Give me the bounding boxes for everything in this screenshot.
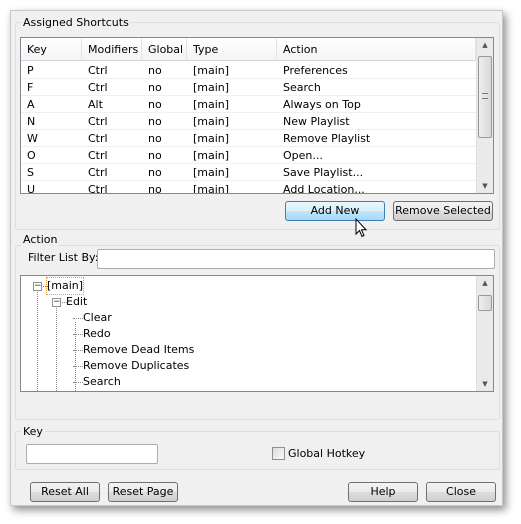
cell-global: no xyxy=(148,149,162,162)
cell-modifiers: Ctrl xyxy=(88,149,108,162)
cell-type: [main] xyxy=(193,64,230,77)
cell-action: Add Location... xyxy=(283,183,365,194)
key-group-label: Key xyxy=(21,425,45,438)
table-row[interactable]: A Alt no [main] Always on Top xyxy=(21,96,476,113)
column-header-action[interactable]: Action xyxy=(277,38,476,61)
table-row[interactable]: P Ctrl no [main] Preferences xyxy=(21,62,476,79)
tree-item[interactable]: Search xyxy=(83,374,121,390)
cell-type: [main] xyxy=(193,81,230,94)
cell-global: no xyxy=(148,166,162,179)
tree-item[interactable]: Redo xyxy=(83,326,111,342)
tree-item[interactable]: Clear xyxy=(83,310,112,326)
table-scrollbar[interactable]: ▲ ▼ xyxy=(476,38,493,193)
reset-all-button[interactable]: Reset All xyxy=(30,482,100,502)
tree-item[interactable]: Edit xyxy=(66,294,87,310)
remove-selected-button[interactable]: Remove Selected xyxy=(393,201,493,221)
cell-key: W xyxy=(27,132,38,145)
scroll-down-arrow-icon[interactable]: ▼ xyxy=(477,380,493,388)
cell-action: Always on Top xyxy=(283,98,361,111)
column-header-key[interactable]: Key xyxy=(21,38,82,61)
global-hotkey-label: Global Hotkey xyxy=(288,447,366,460)
cell-type: [main] xyxy=(193,166,230,179)
cell-action: Preferences xyxy=(283,64,348,77)
scrollbar-thumb[interactable] xyxy=(478,295,492,311)
action-group-label: Action xyxy=(21,233,60,246)
cell-key: O xyxy=(27,149,36,162)
reset-page-button[interactable]: Reset Page xyxy=(108,482,178,502)
cell-global: no xyxy=(148,64,162,77)
scrollbar-thumb[interactable] xyxy=(478,56,492,138)
tree-scrollbar[interactable]: ▲ ▼ xyxy=(476,276,493,391)
scroll-up-arrow-icon[interactable]: ▲ xyxy=(477,279,493,287)
tree-item[interactable]: Remove Duplicates xyxy=(83,358,189,374)
cell-modifiers: Ctrl xyxy=(88,81,108,94)
action-tree[interactable]: − [main] − Edit Clear Redo Remove Dead Items Re… xyxy=(20,275,494,392)
table-row[interactable]: F Ctrl no [main] Search xyxy=(21,79,476,96)
cell-modifiers: Ctrl xyxy=(88,64,108,77)
cell-modifiers: Ctrl xyxy=(88,132,108,145)
scroll-up-arrow-icon[interactable]: ▲ xyxy=(477,41,493,49)
cell-global: no xyxy=(148,132,162,145)
cell-modifiers: Ctrl xyxy=(88,183,108,194)
cell-action: New Playlist xyxy=(283,115,350,128)
cell-modifiers: Alt xyxy=(88,98,103,111)
cell-type: [main] xyxy=(193,115,230,128)
cell-type: [main] xyxy=(193,149,230,162)
cell-key: S xyxy=(27,166,34,179)
column-header-global[interactable]: Global xyxy=(142,38,187,61)
tree-connector xyxy=(56,306,57,391)
cell-key: F xyxy=(27,81,34,94)
table-row[interactable]: W Ctrl no [main] Remove Playlist xyxy=(21,130,476,147)
close-button[interactable]: Close xyxy=(426,482,496,502)
mouse-cursor-icon xyxy=(355,218,368,238)
cell-key: A xyxy=(27,98,35,111)
column-header-modifiers[interactable]: Modifiers xyxy=(82,38,142,61)
cell-global: no xyxy=(148,98,162,111)
cell-key: U xyxy=(27,183,36,194)
cell-type: [main] xyxy=(193,183,230,194)
scroll-down-arrow-icon[interactable]: ▼ xyxy=(477,182,493,190)
cell-action: Remove Playlist xyxy=(283,132,371,145)
tree-connector xyxy=(37,290,38,391)
tree-item[interactable]: [main] xyxy=(45,277,85,295)
table-row[interactable]: S Ctrl no [main] Save Playlist... xyxy=(21,164,476,181)
cell-global: no xyxy=(148,183,162,194)
cell-modifiers: Ctrl xyxy=(88,166,108,179)
key-input[interactable] xyxy=(26,444,158,464)
tree-connector xyxy=(73,318,83,319)
cell-action: Save Playlist... xyxy=(283,166,364,179)
table-row[interactable]: O Ctrl no [main] Open... xyxy=(21,147,476,164)
cell-global: no xyxy=(148,81,162,94)
filter-label: Filter List By: xyxy=(28,251,99,264)
cell-action: Open... xyxy=(283,149,323,162)
filter-input[interactable] xyxy=(97,249,495,269)
assigned-shortcuts-label: Assigned Shortcuts xyxy=(21,16,131,29)
table-row[interactable]: N Ctrl no [main] New Playlist xyxy=(21,113,476,130)
column-header-type[interactable]: Type xyxy=(187,38,277,61)
cell-type: [main] xyxy=(193,132,230,145)
cell-key: N xyxy=(27,115,36,128)
tree-item[interactable]: Remove Dead Items xyxy=(83,342,194,358)
table-row[interactable]: U Ctrl no [main] Add Location... xyxy=(21,181,476,194)
tree-connector xyxy=(75,322,76,391)
table-header: Key Modifiers Global Type Action xyxy=(21,38,476,61)
cell-type: [main] xyxy=(193,98,230,111)
add-new-button[interactable]: Add New xyxy=(285,201,385,221)
grip-icon xyxy=(482,93,488,99)
help-button[interactable]: Help xyxy=(348,482,418,502)
cell-modifiers: Ctrl xyxy=(88,115,108,128)
shortcuts-table[interactable]: Key Modifiers Global Type Action P Ctrl no [mai… xyxy=(20,37,494,194)
cell-key: P xyxy=(27,64,34,77)
global-hotkey-checkbox[interactable] xyxy=(272,447,285,460)
cell-global: no xyxy=(148,115,162,128)
cell-action: Search xyxy=(283,81,321,94)
